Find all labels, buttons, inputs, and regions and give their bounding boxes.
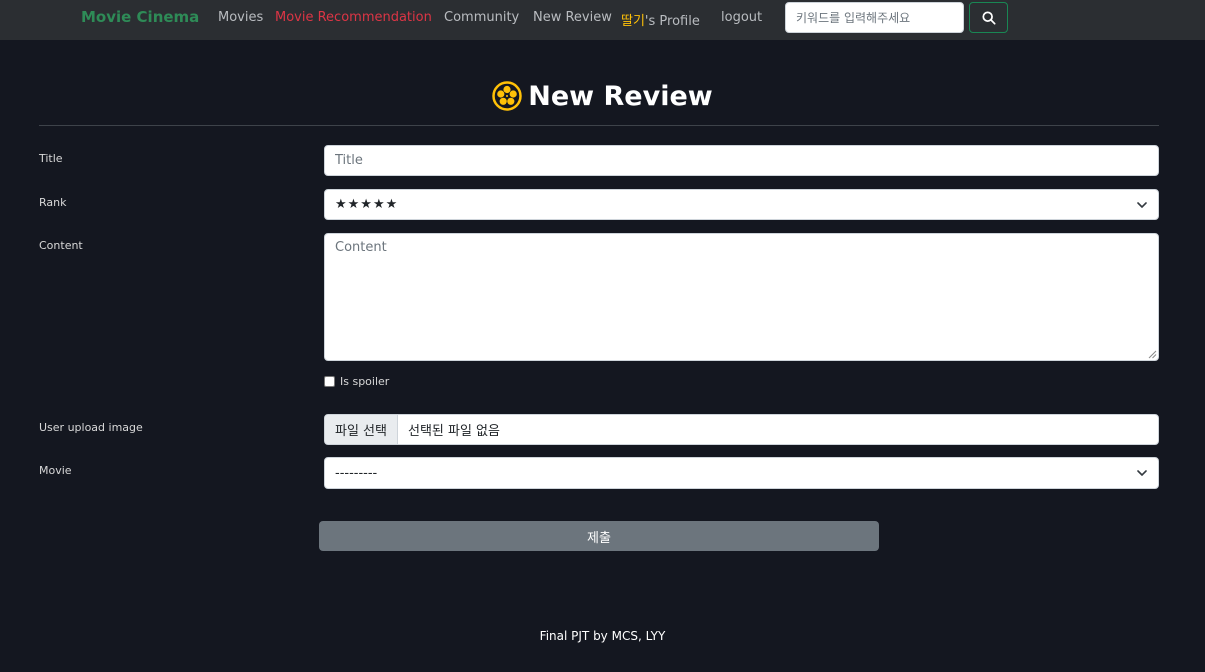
content-textarea[interactable]: [324, 233, 1159, 361]
resize-grip-icon[interactable]: [1148, 350, 1157, 359]
footer-text: Final PJT by MCS, LYY: [539, 629, 666, 643]
chevron-down-icon: [1137, 201, 1147, 208]
nav-movie-recommendation[interactable]: Movie Recommendation: [275, 10, 432, 25]
content-label: Content: [39, 239, 83, 252]
image-label: User upload image: [39, 421, 143, 434]
profile-suffix: 's Profile: [644, 14, 700, 29]
rank-selected-value: ★★★★★: [335, 197, 399, 212]
movie-selected-value: ---------: [335, 465, 378, 481]
nav-new-review[interactable]: New Review: [533, 10, 612, 25]
nav-community[interactable]: Community: [444, 10, 519, 25]
title-label: Title: [39, 152, 63, 165]
chevron-down-icon: [1137, 470, 1147, 476]
navbar: Movie Cinema Movies Movie Recommendation…: [0, 0, 1205, 40]
page-heading: New Review: [0, 76, 1205, 116]
spoiler-label[interactable]: Is spoiler: [340, 375, 389, 388]
search-button[interactable]: [969, 2, 1008, 33]
search-icon: [981, 10, 996, 25]
file-status-text: 선택된 파일 없음: [407, 424, 500, 439]
profile-username: 딸기: [621, 14, 645, 29]
submit-button[interactable]: 제출: [319, 521, 879, 551]
rank-select[interactable]: ★★★★★: [324, 189, 1159, 220]
page-title: New Review: [528, 80, 713, 112]
title-input[interactable]: [324, 145, 1159, 176]
movie-select[interactable]: ---------: [324, 457, 1159, 489]
nav-profile[interactable]: 딸기's Profile: [621, 10, 700, 29]
choose-file-button[interactable]: 파일 선택: [325, 415, 398, 444]
nav-logout[interactable]: logout: [721, 10, 762, 25]
brand-logo[interactable]: Movie Cinema: [81, 8, 199, 26]
image-file-input[interactable]: 파일 선택 선택된 파일 없음: [324, 414, 1159, 445]
search-input[interactable]: [785, 2, 964, 33]
movie-label: Movie: [39, 464, 72, 477]
nav-movies[interactable]: Movies: [218, 10, 263, 25]
heading-divider: [39, 125, 1159, 126]
rank-label: Rank: [39, 196, 67, 209]
film-reel-icon: [492, 81, 523, 111]
spoiler-checkbox[interactable]: [324, 376, 335, 387]
